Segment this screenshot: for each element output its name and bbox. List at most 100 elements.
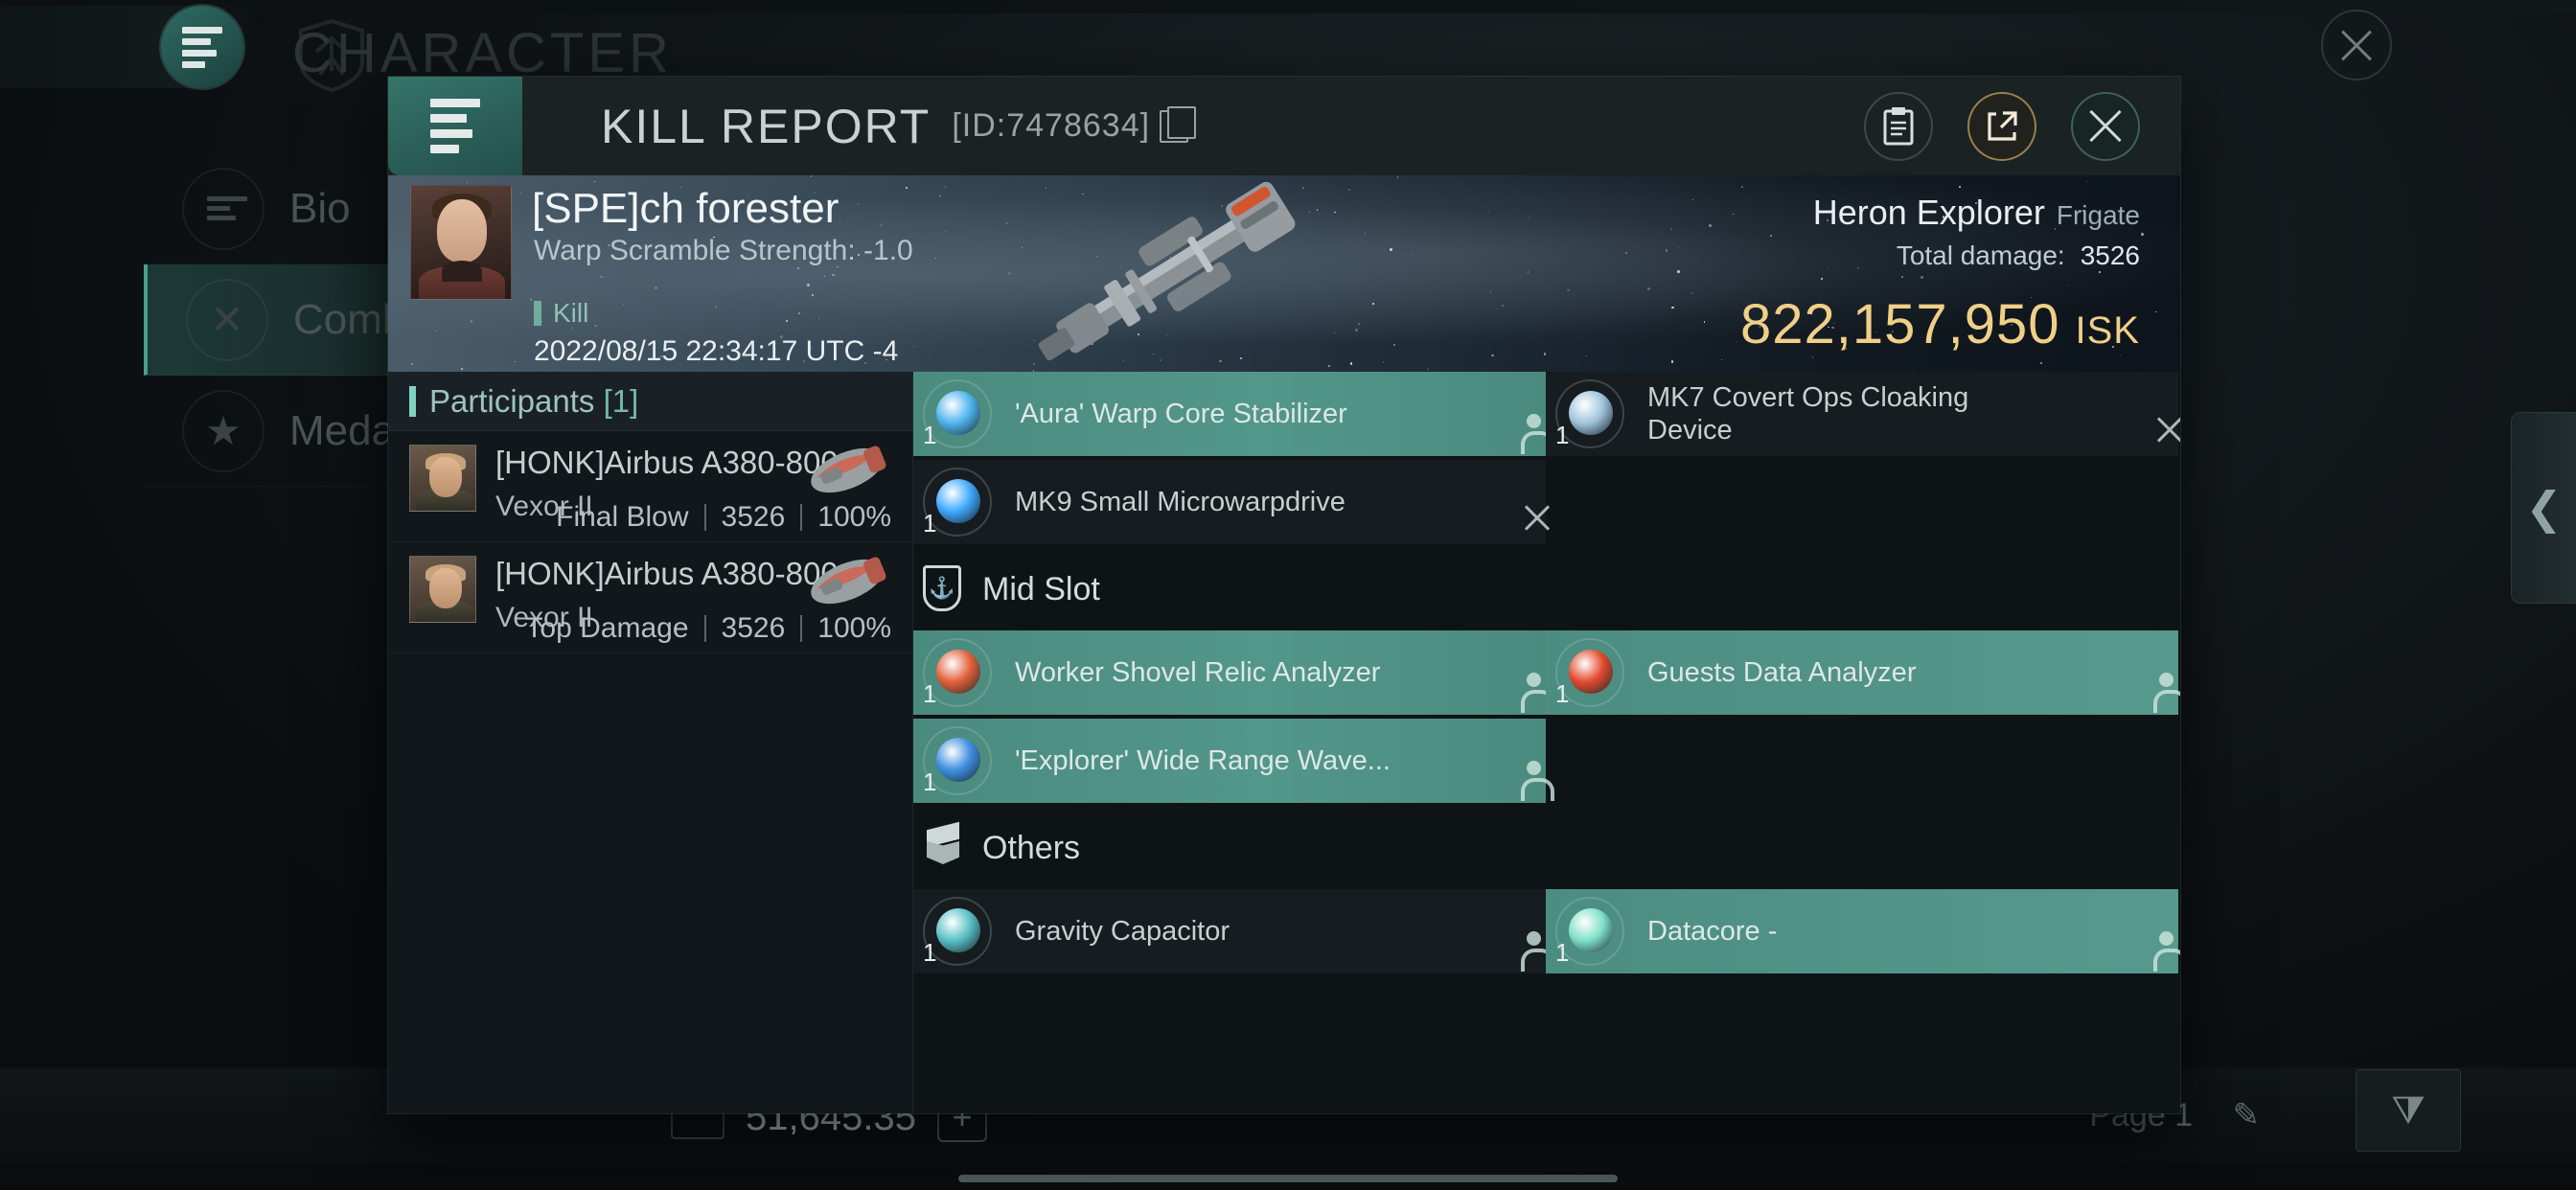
kill-accent-bar: [534, 301, 541, 326]
copy-icon[interactable]: [1160, 110, 1188, 143]
kill-report-dialog: KILL REPORT [ID:7478634] [SPE]ch foreste…: [388, 77, 2180, 1113]
module-quantity: 1: [1555, 421, 1569, 450]
isk-value-row: 822,157,950 ISK: [1740, 292, 2140, 356]
pilot-avatar: [409, 556, 476, 623]
participant-role: Final Blow: [556, 501, 688, 534]
menu-icon: [182, 168, 264, 250]
swords-icon: ✕: [186, 279, 268, 361]
sidebar-item-label: Bio: [289, 185, 351, 233]
hamburger-icon: [182, 22, 222, 73]
screen-root: CHARACTER Bio ✕ Combat ★ Medal ❮ 51,645.…: [0, 0, 2576, 1190]
ship-class: Frigate: [2057, 200, 2140, 230]
isk-unit: ISK: [2076, 309, 2140, 352]
hamburger-icon: [430, 92, 480, 160]
module-name: Datacore -: [1647, 915, 1777, 948]
pilot-avatar: [409, 445, 476, 512]
victim-name: [SPE]ch forester: [532, 185, 839, 233]
ship-name-row: Heron Explorer Frigate: [1740, 193, 2140, 233]
participant-damage: 3526: [722, 612, 786, 645]
victim-portrait[interactable]: [410, 185, 512, 300]
kill-result-label: Kill: [553, 298, 588, 329]
background-close-button[interactable]: [2321, 10, 2392, 80]
participants-panel: Participants [1] [HONK]Airbus A380-800 V…: [388, 372, 913, 1113]
module-name: Guests Data Analyzer: [1647, 656, 1916, 689]
background-side-drawer-handle[interactable]: ❮: [2511, 412, 2576, 604]
clipboard-icon: [1880, 105, 1917, 148]
clipboard-button[interactable]: [1864, 92, 1933, 161]
star-icon: ★: [182, 390, 264, 472]
slot-section-header: Others: [913, 807, 2180, 889]
module-name: 'Explorer' Wide Range Wave...: [1015, 744, 1391, 777]
participant-percent: 100%: [817, 612, 891, 645]
module-slot[interactable]: 1 Worker Shovel Relic Analyzer: [913, 630, 1546, 715]
external-link-icon: [1984, 108, 2020, 145]
module-row: 1 'Explorer' Wide Range Wave...: [913, 719, 2180, 807]
dialog-body: Participants [1] [HONK]Airbus A380-800 V…: [388, 372, 2180, 1113]
module-name: Worker Shovel Relic Analyzer: [1015, 656, 1380, 689]
module-quantity: 1: [923, 509, 936, 538]
module-slot[interactable]: 1 Gravity Capacitor: [913, 889, 1546, 973]
divider: [800, 504, 802, 531]
kill-result-row: Kill: [534, 298, 588, 329]
isk-amount: 822,157,950: [1740, 293, 2060, 355]
module-slot[interactable]: 1 Guests Data Analyzer: [1546, 630, 2178, 715]
module-icon: 1: [919, 634, 996, 711]
module-quantity: 1: [923, 767, 936, 797]
background-hamburger-button[interactable]: [161, 6, 243, 88]
module-slot-empty: [1546, 460, 2178, 544]
victim-ship-summary: Heron Explorer Frigate Total damage: 3526 …: [1740, 193, 2140, 372]
background-page-title: CHARACTER: [292, 21, 673, 85]
module-icon: 1: [919, 893, 996, 970]
module-slot[interactable]: 1 MK9 Small Microwarpdrive: [913, 460, 1546, 544]
fitting-panel: 1 'Aura' Warp Core Stabilizer 1 MK7 Covert …: [913, 372, 2180, 1113]
share-button[interactable]: [1967, 92, 2036, 161]
module-row: 1 Gravity Capacitor 1 Datacore -: [913, 889, 2180, 977]
dialog-title: KILL REPORT: [601, 99, 931, 154]
close-button[interactable]: [2071, 92, 2140, 161]
sidebar-item-label: Medal: [289, 407, 404, 455]
module-slot[interactable]: 1 MK7 Covert Ops Cloaking Device: [1546, 372, 2178, 456]
table-row[interactable]: [HONK]Airbus A380-800 Vexor II Final Blo…: [388, 431, 912, 542]
divider: [704, 615, 706, 642]
module-quantity: 1: [923, 679, 936, 709]
module-icon: 1: [1552, 376, 1628, 452]
ship-name: Heron Explorer: [1813, 193, 2045, 232]
participants-count: [1]: [604, 383, 639, 419]
module-icon: 1: [1552, 634, 1628, 711]
chevron-left-icon: ❮: [2525, 482, 2563, 534]
module-slot[interactable]: 1 Datacore -: [1546, 889, 2178, 973]
participants-header: Participants [1]: [388, 372, 912, 431]
system-status-bar: [0, 0, 2576, 13]
module-name: MK7 Covert Ops Cloaking Device: [1647, 381, 2059, 446]
pencil-icon[interactable]: ✎: [2233, 1096, 2261, 1134]
module-name: MK9 Small Microwarpdrive: [1015, 486, 1346, 518]
module-icon: 1: [919, 722, 996, 799]
module-icon: 1: [1552, 893, 1628, 970]
dialog-title-bar: KILL REPORT [ID:7478634]: [388, 77, 2180, 175]
module-slot[interactable]: 1 'Aura' Warp Core Stabilizer: [913, 372, 1546, 456]
participant-damage: 3526: [722, 501, 786, 534]
module-row: 1 MK9 Small Microwarpdrive: [913, 460, 2180, 548]
kill-report-id: [ID:7478634]: [952, 107, 1150, 145]
participant-role: Top Damage: [525, 612, 688, 645]
filter-icon: ⧩: [2391, 1089, 2426, 1133]
module-slot[interactable]: 1 'Explorer' Wide Range Wave...: [913, 719, 1546, 803]
participant-percent: 100%: [817, 501, 891, 534]
ship-thumb: [801, 437, 893, 504]
module-quantity: 1: [923, 938, 936, 968]
total-damage-row: Total damage: 3526: [1740, 240, 2140, 271]
dialog-menu-button[interactable]: [388, 77, 522, 175]
module-row: 1 'Aura' Warp Core Stabilizer 1 MK7 Covert …: [913, 372, 2180, 460]
ship-render: [963, 179, 1375, 371]
horizontal-scrollbar[interactable]: [958, 1175, 1618, 1182]
filter-button[interactable]: ⧩: [2356, 1069, 2461, 1152]
slot-section-header: ⚓ Mid Slot: [913, 548, 2180, 630]
module-icon: 1: [919, 376, 996, 452]
kill-summary-banner: [SPE]ch forester Warp Scramble Strength:…: [388, 175, 2180, 372]
participants-title: Participants [1]: [429, 383, 638, 420]
module-icon: 1: [919, 464, 996, 540]
table-row[interactable]: [HONK]Airbus A380-800 Vexor II Top Damag…: [388, 542, 912, 653]
participant-name: [HONK]Airbus A380-800: [495, 445, 839, 481]
module-quantity: 1: [1555, 679, 1569, 709]
module-quantity: 1: [923, 421, 936, 450]
